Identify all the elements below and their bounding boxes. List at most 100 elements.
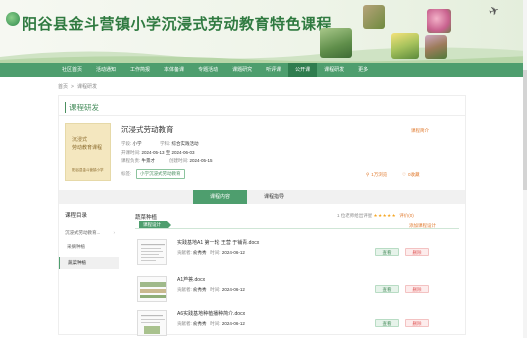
- banner-photo-garden: [320, 28, 352, 58]
- delete-button[interactable]: 删除: [405, 285, 429, 293]
- document-meta: 贡献者: 俞秀秀 时间: 2024-06-12: [177, 321, 245, 327]
- open-time-value: 2024-05-13 至 2024-06-03: [141, 150, 195, 155]
- cover-line-3: 阳谷县金斗营镇小学: [72, 168, 104, 172]
- document-name[interactable]: A6实践基地种植播种简介.docx: [177, 310, 245, 317]
- document-preview-icon: [141, 315, 165, 334]
- stage-value: 小学: [132, 141, 142, 146]
- time-label: 时间:: [210, 321, 221, 326]
- banner-photo-flowers: [427, 9, 451, 33]
- open-time-label: 开课时间:: [121, 150, 141, 155]
- favorites-stat[interactable]: ♡ 0收藏: [402, 172, 420, 178]
- main-nav: 社区首页 活动通知 工作简报 本体备课 专题活动 课题研究 听评课 公开课 课程…: [0, 63, 527, 77]
- uploader-name: 俞秀秀: [193, 287, 207, 292]
- uploader-label: 贡献者:: [177, 321, 192, 326]
- document-meta: 贡献者: 俞秀秀 时间: 2024-06-12: [177, 287, 245, 293]
- breadcrumb-home[interactable]: 首页: [58, 84, 68, 90]
- course-open-time: 开课时间: 2024-05-13 至 2024-06-03: [121, 150, 195, 156]
- nav-item-reports[interactable]: 工作简报: [123, 63, 157, 77]
- tab-course-guidance[interactable]: 课程指导: [247, 190, 301, 204]
- subject-value: 综合实践活动: [171, 141, 199, 146]
- nav-item-home[interactable]: 社区首页: [55, 63, 89, 77]
- nav-item-activities[interactable]: 专题活动: [191, 63, 225, 77]
- delete-button[interactable]: 删除: [405, 319, 429, 327]
- scrollbar-thumb[interactable]: [523, 70, 527, 190]
- upload-time: 2024-06-12: [221, 321, 245, 326]
- upload-time: 2024-06-12: [221, 250, 245, 255]
- cover-line-1: 沉浸式: [72, 137, 88, 143]
- heart-icon: ♡: [402, 172, 407, 177]
- document-thumbnail[interactable]: [137, 276, 167, 302]
- banner-photo-fruit: [363, 5, 385, 29]
- document-preview-icon: [141, 244, 165, 261]
- content-divider: [135, 228, 459, 229]
- breadcrumb-current: 课程研发: [76, 84, 97, 90]
- breadcrumb-separator: >: [71, 84, 74, 90]
- document-item: A6实践基地种植播种简介.docx 贡献者: 俞秀秀 时间: 2024-06-1…: [137, 310, 463, 338]
- uploader-name: 俞秀秀: [193, 321, 207, 326]
- document-name[interactable]: A1芦荟.docx: [177, 276, 205, 283]
- banner-hills-decoration: [0, 47, 527, 63]
- nav-item-course-dev[interactable]: 课程研发: [317, 63, 351, 77]
- creator-label: 课程负责:: [121, 158, 141, 163]
- upload-time: 2024-06-12: [221, 287, 245, 292]
- course-title: 沉浸式劳动教育: [121, 125, 174, 134]
- banner-photo-children: [425, 35, 447, 59]
- sidebar-title: 课程目录: [65, 213, 88, 219]
- banner-photo-flower-field: [391, 33, 419, 59]
- cover-line-2: 劳动教育课程: [72, 145, 103, 151]
- tab-course-content[interactable]: 课程内容: [193, 190, 247, 204]
- created-value: 2024-05-15: [189, 158, 213, 163]
- nav-item-open-class[interactable]: 公开课: [288, 63, 318, 77]
- star-rating-icon[interactable]: ★★★★★: [374, 213, 397, 218]
- uploader-label: 贡献者:: [177, 250, 192, 255]
- course-intro-link[interactable]: 课程简介: [411, 128, 429, 134]
- nav-item-evaluation[interactable]: 听评课: [259, 63, 288, 77]
- banner-title: 阳谷县金斗营镇小学沉浸式劳动教育特色课程: [22, 15, 333, 33]
- section-divider: [59, 115, 465, 116]
- tag-label: 标签:: [121, 171, 132, 176]
- document-thumbnail[interactable]: [137, 239, 167, 265]
- creator-value: 牛景才: [141, 158, 156, 163]
- view-button[interactable]: 查看: [375, 248, 399, 256]
- sidebar-item-course-root[interactable]: 沉浸式劳动教育... ›: [59, 228, 119, 238]
- course-creator: 课程负责: 牛景才: [121, 158, 155, 164]
- uploader-label: 贡献者:: [177, 287, 192, 292]
- nav-item-lesson-prep[interactable]: 本体备课: [157, 63, 191, 77]
- course-tabs: 课程内容 课程指导: [59, 190, 465, 204]
- course-created: 创建时间: 2024-05-15: [169, 158, 213, 164]
- time-label: 时间:: [210, 250, 221, 255]
- document-thumbnail[interactable]: [137, 310, 167, 336]
- favorites-text: 0收藏: [408, 172, 420, 177]
- delete-button[interactable]: 删除: [405, 248, 429, 256]
- course-card: 课程研发 沉浸式 劳动教育课程 阳谷县金斗营镇小学 沉浸式劳动教育 学段: 小学…: [58, 95, 466, 338]
- stage-label: 学段:: [121, 141, 132, 146]
- rating-text: 1 位老师给出评星: [337, 213, 373, 218]
- document-preview-icon: [140, 282, 166, 298]
- course-tag[interactable]: 小学沉浸式劳动教育: [136, 169, 185, 179]
- view-button[interactable]: 查看: [375, 319, 399, 327]
- nav-item-notices[interactable]: 活动通知: [89, 63, 123, 77]
- views-stat: ⚲ 1万浏览: [366, 172, 387, 178]
- school-logo-icon: [6, 12, 20, 26]
- created-label: 创建时间:: [169, 158, 189, 163]
- time-label: 时间:: [210, 287, 221, 292]
- site-banner: 阳谷县金斗营镇小学沉浸式劳动教育特色课程 ✈: [0, 0, 527, 63]
- content-title: 蔬菜种植: [135, 215, 158, 221]
- document-meta: 贡献者: 俞秀秀 时间: 2024-06-12: [177, 250, 245, 256]
- nav-item-research[interactable]: 课题研究: [225, 63, 259, 77]
- rating-value[interactable]: 评价(0): [399, 213, 414, 218]
- course-stage: 学段: 小学: [121, 141, 142, 147]
- uploader-name: 俞秀秀: [193, 250, 207, 255]
- course-cover: 沉浸式 劳动教育课程 阳谷县金斗营镇小学: [65, 123, 111, 181]
- sidebar-item-vegetables[interactable]: 蔬菜种植: [59, 257, 119, 269]
- document-item: A1芦荟.docx 贡献者: 俞秀秀 时间: 2024-06-12 查看 删除: [137, 276, 463, 313]
- course-subject: 学科: 综合实践活动: [160, 141, 199, 147]
- views-text: 1万浏览: [371, 172, 388, 177]
- sidebar-item-picking[interactable]: 采摘种植: [59, 242, 119, 252]
- rating-summary: 1 位老师给出评星 ★★★★★ 评价(0): [337, 213, 414, 219]
- nav-item-more[interactable]: 更多: [351, 63, 375, 77]
- search-icon: ⚲: [366, 172, 370, 177]
- view-button[interactable]: 查看: [375, 285, 399, 293]
- chevron-right-icon: ›: [113, 230, 116, 235]
- document-name[interactable]: 实践基地A1 第一轮 王营 于铺青.docx: [177, 239, 259, 246]
